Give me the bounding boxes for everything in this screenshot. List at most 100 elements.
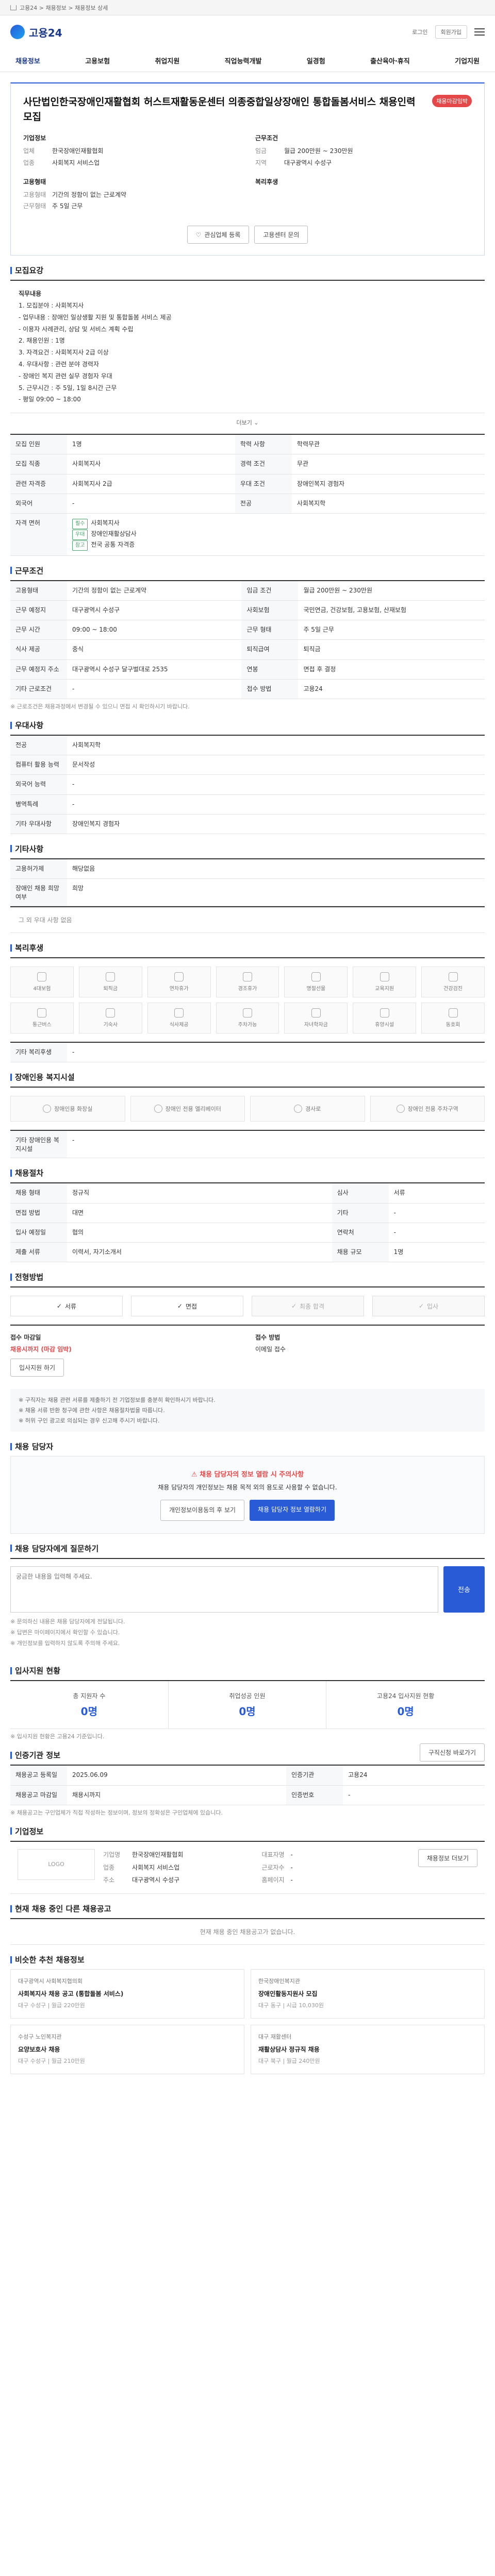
gnb-item[interactable]: 고용보험 <box>80 56 115 65</box>
job-description: 직무내용 1. 모집분야 : 사회복지사 - 업무내용 : 장애인 일상생활 지원… <box>10 280 485 414</box>
card-title[interactable]: 재활상담사 정규직 채용 <box>258 2044 477 2055</box>
summary-value: 한국장애인재활협회 <box>52 147 104 155</box>
row-label: 인증기관 <box>286 1765 343 1786</box>
interest-button[interactable]: ♡ 관심업체 등록 <box>187 226 250 244</box>
desc-line: - 이용자 사례관리, 상담 및 서비스 계획 수립 <box>19 325 134 333</box>
card-company: 한국장애인복지관 <box>258 1978 300 1985</box>
login-link[interactable]: 로그인 <box>412 28 427 36</box>
stat-value: 0명 <box>239 1705 256 1718</box>
row-label: 병역특례 <box>10 794 67 815</box>
table-row: 근무 예정지 주소 대구광역시 수성구 달구벌대로 2535 연봉 면접 후 결정 <box>10 659 485 680</box>
desc-line: 4. 우대사항 : 관련 분야 경력자 <box>19 360 100 368</box>
section-title: 채용절차 <box>10 1167 485 1178</box>
apply-button[interactable]: 입사지원 하기 <box>10 1359 64 1377</box>
job-summary-box: 사단법인한국장애인재활협회 허스트재활동운센터 의종중합일상장애인 통합돌봄서비… <box>10 82 485 256</box>
section-title: 장애인용 복지시설 <box>10 1072 485 1082</box>
table-row: 고용형태 기간의 정함이 없는 근로계약 임금 조건 월급 200만원 ~ 230만원 <box>10 580 485 601</box>
card-meta: 대구 북구 | 월급 240만원 <box>258 2058 320 2065</box>
row-value: 국민연금, 건강보험, 고용보험, 산재보험 <box>298 600 485 621</box>
welfare-icon <box>106 972 116 982</box>
recommend-card[interactable]: 대구광역시 사회복지협의회 사회복지사 채용 공고 (통합돌봄 서비스) 대구 수성… <box>10 1969 244 2019</box>
desc-line: - 장애인 복지 관련 실무 경험자 우대 <box>19 372 112 380</box>
row-label: 근무 시간 <box>10 620 67 640</box>
section-title: 복리후생 <box>10 942 485 953</box>
corp-value: - <box>290 1851 293 1858</box>
send-button[interactable]: 전송 <box>443 1566 485 1613</box>
site-logo[interactable]: 고용24 <box>10 25 62 40</box>
corp-row: 근로자수 - <box>261 1862 409 1874</box>
gnb-item[interactable]: 출산육아·휴직 <box>365 56 415 65</box>
step-check-icon: ✓ <box>177 1302 183 1310</box>
section-title: 모집요강 <box>10 265 485 276</box>
row-label: 근무 형태 <box>241 620 299 640</box>
process-step: ✓ 최종 합격 <box>252 1296 364 1317</box>
consent-view-button[interactable]: 개인정보이용동의 후 보기 <box>160 1499 245 1521</box>
summary-row: 고용형태 기간의 정함이 없는 근로계약 <box>23 189 240 201</box>
inquiry-center-button[interactable]: 고용센터 문의 <box>254 226 308 244</box>
facility-label: 장애인용 화장실 <box>54 1106 93 1113</box>
gnb-item[interactable]: 기업지원 <box>450 56 485 65</box>
row-label: 접수 방법 <box>241 679 299 700</box>
section-title: 근무조건 <box>10 565 485 576</box>
summary-value: 대구광역시 수성구 <box>284 159 332 166</box>
welfare-label: 퇴직금 <box>103 986 118 992</box>
section-title: 현재 채용 중인 다른 채용공고 <box>10 1903 485 1914</box>
card-company: 대구광역시 사회복지협의회 <box>18 1978 82 1985</box>
cert-name: 장애인재활상담사 <box>91 530 137 537</box>
card-title[interactable]: 사회복지사 채용 공고 (통합돌봄 서비스) <box>18 1989 237 1999</box>
card-title[interactable]: 요양보호사 채용 <box>18 2044 237 2055</box>
stats-note: ※ 입사지원 현황은 고용24 기준입니다. <box>10 1733 105 1740</box>
row-value: - <box>67 794 485 815</box>
summary-row: 업체 한국장애인재활협회 <box>23 145 240 157</box>
welfare-label: 경조휴가 <box>238 986 257 992</box>
gnb-item[interactable]: 일경험 <box>302 56 331 65</box>
desc-line: 5. 근무시간 : 주 5일, 1일 8시간 근무 <box>19 384 117 392</box>
table-row: 입사 예정일 협의 연락처 - <box>10 1223 485 1243</box>
section-title: 우대사항 <box>10 720 485 731</box>
welfare-label: 자녀학자금 <box>304 1022 328 1028</box>
corp-key: 대표자명 <box>261 1851 285 1858</box>
row-value: 고용24 <box>298 679 485 700</box>
welfare-label: 통근버스 <box>32 1022 52 1028</box>
card-title[interactable]: 장애인활동지원사 모집 <box>258 1989 477 1999</box>
welfare-label: 교육지원 <box>375 986 394 992</box>
table-row: 외국어 - 전공 사회복지학 <box>10 494 485 514</box>
step-label: 서류 <box>64 1302 77 1310</box>
more-jobs-button[interactable]: 채용정보 더보기 <box>418 1849 477 1867</box>
facility-icon <box>154 1105 162 1113</box>
more-link[interactable]: 더보기 ⌄ <box>10 418 485 427</box>
recommend-card[interactable]: 수성구 노인복지관 요양보호사 채용 대구 수성구 | 월급 210만원 <box>10 2024 244 2074</box>
row-label: 외국어 <box>10 494 67 514</box>
gnb-item[interactable]: 직업능력개발 <box>220 56 267 65</box>
recommend-card[interactable]: 대구 재활센터 재활상담사 정규직 채용 대구 북구 | 월급 240만원 <box>251 2024 485 2074</box>
stat-label: 고용24 입사지원 현황 <box>377 1692 435 1700</box>
row-label: 자격 면허 <box>10 513 67 556</box>
step-check-icon: ✓ <box>291 1302 297 1310</box>
join-button[interactable]: 회원가입 <box>435 25 467 39</box>
row-value: 대구광역시 수성구 달구벌대로 2535 <box>67 659 242 680</box>
gnb-item[interactable]: 채용정보 <box>10 56 45 65</box>
row-value: 문서작성 <box>67 755 485 775</box>
cert-item: 필수 사회복지사 <box>72 518 480 529</box>
deadline-badge: 채용마감임박 <box>432 95 472 107</box>
desc-line: - 평일 09:00 ~ 18:00 <box>19 396 81 403</box>
row-value: 주 5일 근무 <box>298 620 485 640</box>
home-icon[interactable] <box>10 5 16 10</box>
welfare-icon <box>380 1008 389 1018</box>
process-step: ✓ 면접 <box>131 1296 243 1317</box>
gnb-item[interactable]: 취업지원 <box>150 56 185 65</box>
view-contact-button[interactable]: 채용 담당자 정보 열람하기 <box>250 1499 335 1521</box>
inquiry-textarea[interactable] <box>10 1566 438 1613</box>
summary-value: 기간의 정함이 없는 근로계약 <box>52 191 126 198</box>
summary-row: 임금 월급 200만원 ~ 230만원 <box>255 145 472 157</box>
section-title: 기업정보 <box>10 1826 485 1837</box>
welfare-heading: 복리후생 <box>255 178 278 185</box>
facility-label: 장애인 전용 주차구역 <box>407 1106 458 1113</box>
job-seek-button[interactable]: 구직신청 바로가기 <box>419 1743 485 1762</box>
row-value: - <box>67 679 242 700</box>
menu-icon[interactable] <box>474 28 485 36</box>
warning-icon: ⚠ <box>191 1471 197 1479</box>
section-title: 채용 담당자 <box>10 1441 485 1452</box>
row-value: 1명 <box>67 434 235 455</box>
recommend-card[interactable]: 한국장애인복지관 장애인활동지원사 모집 대구 동구 | 시급 10,030원 <box>251 1969 485 2019</box>
